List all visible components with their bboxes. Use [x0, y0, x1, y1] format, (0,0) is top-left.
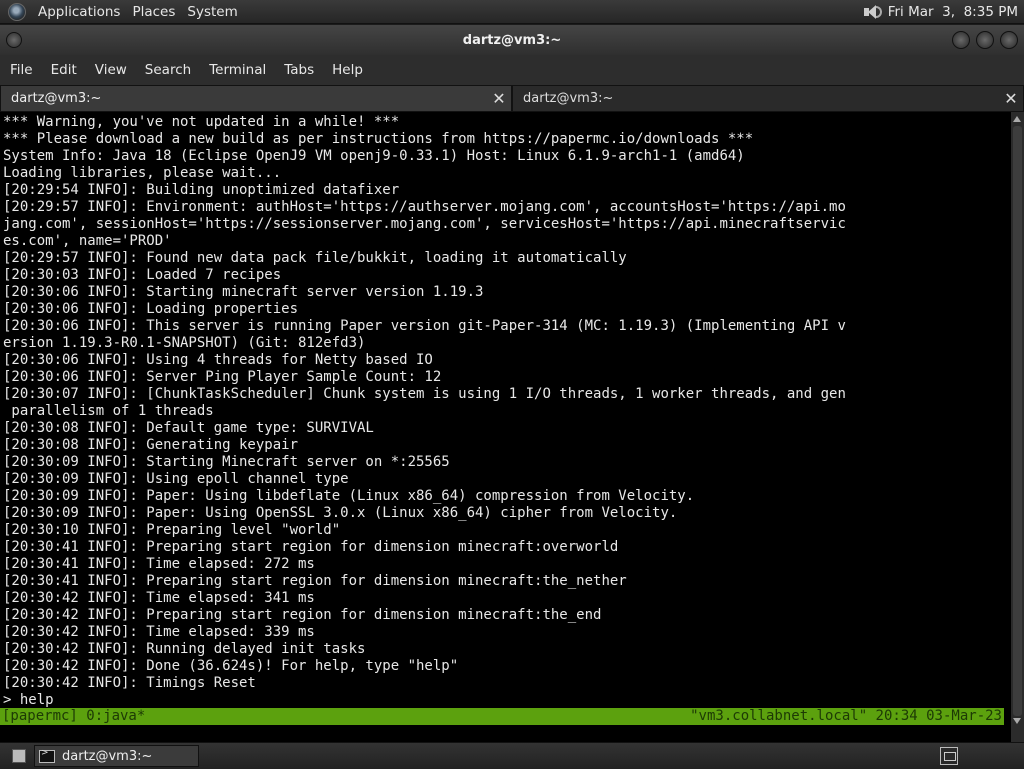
window-controls: [952, 31, 1018, 49]
menu-search[interactable]: Search: [136, 62, 200, 78]
status-right: "vm3.collabnet.local" 20:34 03-Mar-23: [690, 708, 1002, 724]
applications-menu[interactable]: Applications: [32, 4, 126, 20]
terminal-line: [20:30:41 INFO]: Time elapsed: 272 ms: [3, 556, 315, 572]
menu-file[interactable]: File: [0, 62, 42, 78]
terminal-line: [20:30:10 INFO]: Preparing level "world": [3, 522, 341, 538]
close-icon[interactable]: ✕: [1003, 91, 1019, 107]
volume-icon[interactable]: [862, 4, 882, 20]
terminal-line: parallelism of 1 threads: [3, 403, 214, 419]
scroll-up-icon[interactable]: [1013, 116, 1021, 122]
close-button[interactable]: [1000, 31, 1018, 49]
taskbar-window-label: dartz@vm3:~: [62, 748, 153, 764]
maximize-button[interactable]: [976, 31, 994, 49]
tab-2[interactable]: dartz@vm3:~ ✕: [512, 85, 1024, 112]
bottom-panel: dartz@vm3:~: [0, 742, 1024, 769]
terminal-line: [20:30:41 INFO]: Preparing start region …: [3, 573, 627, 589]
terminal-line: ersion 1.19.3-R0.1-SNAPSHOT) (Git: 812ef…: [3, 335, 366, 351]
clock[interactable]: Fri Mar 3, 8:35 PM: [888, 4, 1018, 20]
show-desktop-icon[interactable]: [12, 749, 26, 763]
terminal-line: [20:30:09 INFO]: Paper: Using libdeflate…: [3, 488, 695, 504]
terminal-line: Loading libraries, please wait...: [3, 165, 282, 181]
terminal-line: [20:30:09 INFO]: Starting Minecraft serv…: [3, 454, 450, 470]
close-icon[interactable]: ✕: [491, 91, 507, 107]
terminal-line: [20:30:42 INFO]: Timings Reset: [3, 675, 256, 691]
terminal-line: [20:30:08 INFO]: Default game type: SURV…: [3, 420, 374, 436]
terminal-line: [20:30:06 INFO]: Loading properties: [3, 301, 299, 317]
terminal-line: [20:30:41 INFO]: Preparing start region …: [3, 539, 619, 555]
minimize-button[interactable]: [952, 31, 970, 49]
top-panel: Applications Places System Fri Mar 3, 8:…: [0, 0, 1024, 24]
terminal-line: [20:30:42 INFO]: Done (36.624s)! For hel…: [3, 658, 459, 674]
terminal-line: [20:30:42 INFO]: Preparing start region …: [3, 607, 602, 623]
menu-edit[interactable]: Edit: [42, 62, 86, 78]
menubar: File Edit View Search Terminal Tabs Help: [0, 55, 1024, 85]
terminal-line: System Info: Java 18 (Eclipse OpenJ9 VM …: [3, 148, 745, 164]
terminal-line: [20:29:54 INFO]: Building unoptimized da…: [3, 182, 400, 198]
terminal-line: > help: [3, 692, 54, 708]
window-titlebar[interactable]: dartz@vm3:~: [0, 25, 1024, 55]
terminal-line: [20:30:07 INFO]: [ChunkTaskScheduler] Ch…: [3, 386, 846, 402]
workspace-switcher-icon[interactable]: [940, 747, 958, 765]
window-menu-icon[interactable]: [6, 32, 22, 48]
terminal-line: [20:30:42 INFO]: Time elapsed: 339 ms: [3, 624, 315, 640]
menu-view[interactable]: View: [86, 62, 136, 78]
terminal-line: *** Please download a new build as per i…: [3, 131, 754, 147]
scroll-down-icon[interactable]: [1013, 718, 1021, 724]
terminal-line: jang.com', sessionHost='https://sessions…: [3, 216, 846, 232]
tmux-status-bar: [papermc] 0:java* "vm3.collabnet.local" …: [0, 708, 1004, 725]
tab-2-label: dartz@vm3:~: [523, 91, 614, 106]
terminal-line: [20:30:03 INFO]: Loaded 7 recipes: [3, 267, 282, 283]
terminal-line: [20:29:57 INFO]: Found new data pack fil…: [3, 250, 627, 266]
terminal-line: [20:30:06 INFO]: Using 4 threads for Net…: [3, 352, 433, 368]
scroll-thumb[interactable]: [1013, 126, 1022, 716]
places-menu[interactable]: Places: [126, 4, 181, 20]
tab-bar: dartz@vm3:~ ✕ dartz@vm3:~ ✕: [0, 85, 1024, 112]
terminal-line: es.com', name='PROD': [3, 233, 172, 249]
terminal-line: [20:30:06 INFO]: Server Ping Player Samp…: [3, 369, 442, 385]
terminal-line: *** Warning, you've not updated in a whi…: [3, 114, 400, 130]
menu-help[interactable]: Help: [323, 62, 372, 78]
terminal-line: [20:30:06 INFO]: Starting minecraft serv…: [3, 284, 484, 300]
gnome-foot-icon[interactable]: [8, 2, 26, 21]
scrollbar[interactable]: [1011, 112, 1024, 742]
tab-1[interactable]: dartz@vm3:~ ✕: [0, 85, 512, 112]
terminal-line: [20:29:57 INFO]: Environment: authHost='…: [3, 199, 846, 215]
status-left: [papermc] 0:java*: [2, 708, 146, 724]
tab-1-label: dartz@vm3:~: [11, 91, 102, 106]
terminal-line: [20:30:42 INFO]: Running delayed init ta…: [3, 641, 366, 657]
terminal-area[interactable]: *** Warning, you've not updated in a whi…: [0, 112, 1011, 742]
system-menu[interactable]: System: [181, 4, 243, 20]
menu-tabs[interactable]: Tabs: [275, 62, 323, 78]
terminal-line: [20:30:09 INFO]: Paper: Using OpenSSL 3.…: [3, 505, 678, 521]
terminal-line: [20:30:06 INFO]: This server is running …: [3, 318, 846, 334]
window-title: dartz@vm3:~: [462, 32, 562, 48]
menu-terminal[interactable]: Terminal: [200, 62, 275, 78]
terminal-output: *** Warning, you've not updated in a whi…: [0, 112, 1011, 709]
terminal-line: [20:30:08 INFO]: Generating keypair: [3, 437, 299, 453]
terminal-line: [20:30:09 INFO]: Using epoll channel typ…: [3, 471, 349, 487]
taskbar-window-button[interactable]: dartz@vm3:~: [34, 745, 199, 767]
terminal-line: [20:30:42 INFO]: Time elapsed: 341 ms: [3, 590, 315, 606]
panel-tray: Fri Mar 3, 8:35 PM: [862, 4, 1024, 20]
terminal-icon: [39, 748, 55, 763]
